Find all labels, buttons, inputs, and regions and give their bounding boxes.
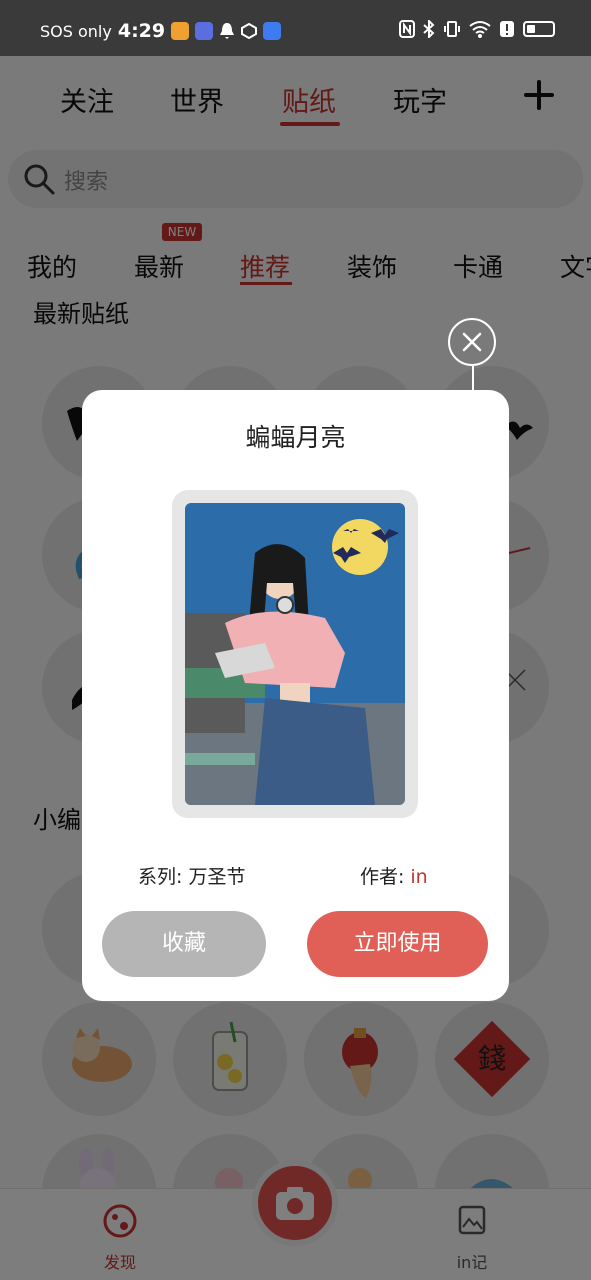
app-notification-icon <box>263 22 282 40</box>
collect-button[interactable]: 收藏 <box>102 911 266 977</box>
bell-icon <box>220 23 235 39</box>
author-label: 作者: <box>360 866 405 888</box>
alert-icon <box>500 21 514 37</box>
bluetooth-icon <box>423 20 435 38</box>
sticker-preview-frame <box>172 490 418 818</box>
status-right <box>399 20 555 38</box>
wifi-icon <box>469 21 491 38</box>
author-info: 作者: in <box>360 862 428 889</box>
clock: 4:29 <box>117 20 166 42</box>
vibrate-icon <box>444 21 460 37</box>
nfc-icon <box>399 20 415 38</box>
bat-moon-preview-illustration <box>185 503 405 805</box>
status-bar: SOS only 4:29 <box>0 0 591 56</box>
close-icon <box>462 332 482 352</box>
app-notification-icon <box>195 22 214 40</box>
author-name-link[interactable]: in <box>410 866 427 888</box>
carrier-text: SOS only <box>40 21 112 41</box>
sticker-preview-image <box>185 503 405 805</box>
app-notification-icon <box>171 22 190 40</box>
box-icon <box>241 23 258 39</box>
use-now-button[interactable]: 立即使用 <box>307 911 488 977</box>
close-connector-line <box>472 366 474 390</box>
status-left: SOS only 4:29 <box>40 20 282 42</box>
battery-icon <box>523 21 555 37</box>
dialog-title: 蝙蝠月亮 <box>245 423 346 452</box>
sticker-detail-dialog: 蝙蝠月亮 系列: 万圣节 作者: in 收藏 立即使用 <box>82 390 509 1001</box>
close-button[interactable] <box>448 318 496 366</box>
series-label: 系列: 万圣节 <box>138 866 246 888</box>
